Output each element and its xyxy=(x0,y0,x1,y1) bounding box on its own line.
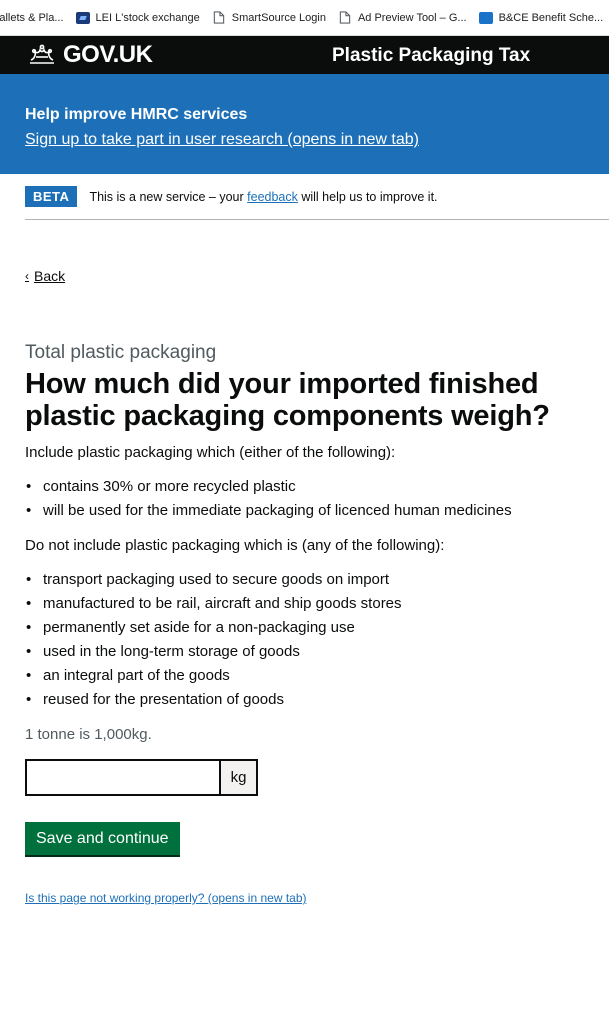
list-item: transport packaging used to secure goods… xyxy=(25,568,584,592)
phase-banner: BETA This is a new service – your feedba… xyxy=(25,174,609,220)
govuk-logo-link[interactable]: GOV.UK xyxy=(27,41,153,69)
bookmark-pallets[interactable]: Pallets & Pla... xyxy=(0,12,64,24)
bookmark-label: Pallets & Pla... xyxy=(0,11,64,24)
bookmarks-bar: Pallets & Pla... LEI L'stock exchange Sm… xyxy=(0,0,609,36)
govuk-header: GOV.UK Plastic Packaging Tax xyxy=(0,36,609,84)
list-item: permanently set aside for a non-packagin… xyxy=(25,616,584,640)
banner-title: Help improve HMRC services xyxy=(25,106,248,123)
weight-input[interactable] xyxy=(25,759,221,796)
unit-suffix: kg xyxy=(221,759,258,796)
exclude-list: transport packaging used to secure goods… xyxy=(25,568,584,712)
report-problem-link[interactable]: Is this page not working properly? (open… xyxy=(25,891,584,905)
list-item: an integral part of the goods xyxy=(25,664,584,688)
list-item: contains 30% or more recycled plastic xyxy=(25,475,584,499)
weight-hint: 1 tonne is 1,000kg. xyxy=(25,726,152,743)
weight-input-wrapper: kg xyxy=(25,759,584,796)
bookmark-lei[interactable]: LEI L'stock exchange xyxy=(75,11,200,24)
bookmark-label: LEI L'stock exchange xyxy=(95,11,200,24)
phase-text-before: This is a new service – your xyxy=(89,189,248,204)
chevron-left-icon: ‹ xyxy=(25,269,29,283)
bce-icon xyxy=(478,11,493,24)
main-content: ‹ Back Total plastic packaging How much … xyxy=(0,220,609,905)
page-caption: Total plastic packaging xyxy=(25,342,217,363)
user-research-banner: Help improve HMRC services Sign up to ta… xyxy=(0,74,609,174)
bookmark-label: Ad Preview Tool – G... xyxy=(357,11,467,24)
user-research-link[interactable]: Sign up to take part in user research (o… xyxy=(25,131,419,148)
save-and-continue-button[interactable]: Save and continue xyxy=(25,822,180,855)
beta-tag: BETA xyxy=(25,186,78,207)
lei-icon xyxy=(75,11,90,24)
bookmark-label: SmartSource Login xyxy=(231,11,326,24)
page-icon xyxy=(212,11,226,24)
include-intro: Include plastic packaging which (either … xyxy=(25,444,396,461)
page-icon xyxy=(338,11,352,24)
feedback-link[interactable]: feedback xyxy=(247,190,298,204)
list-item: will be used for the immediate packaging… xyxy=(25,499,584,523)
list-item: reused for the presentation of goods xyxy=(25,688,584,712)
service-name-link[interactable]: Plastic Packaging Tax xyxy=(332,45,530,67)
back-link[interactable]: ‹ Back xyxy=(25,268,65,284)
crown-icon xyxy=(30,44,54,64)
exclude-intro: Do not include plastic packaging which i… xyxy=(25,537,445,554)
page-title: How much did your imported finished plas… xyxy=(25,368,550,432)
govuk-logo-text: GOV.UK xyxy=(63,41,153,68)
phase-text-after: will help us to improve it. xyxy=(297,189,438,204)
back-label: Back xyxy=(34,268,66,284)
list-item: manufactured to be rail, aircraft and sh… xyxy=(25,592,584,616)
bookmark-smartsource[interactable]: SmartSource Login xyxy=(212,11,326,24)
bookmark-label: B&CE Benefit Sche... xyxy=(498,11,604,24)
bookmark-ad-preview[interactable]: Ad Preview Tool – G... xyxy=(338,11,467,24)
list-item: used in the long-term storage of goods xyxy=(25,640,584,664)
include-list: contains 30% or more recycled plastic wi… xyxy=(25,475,584,523)
phase-banner-text: This is a new service – your feedback wi… xyxy=(89,190,437,204)
bookmark-bce[interactable]: B&CE Benefit Sche... xyxy=(478,11,604,24)
